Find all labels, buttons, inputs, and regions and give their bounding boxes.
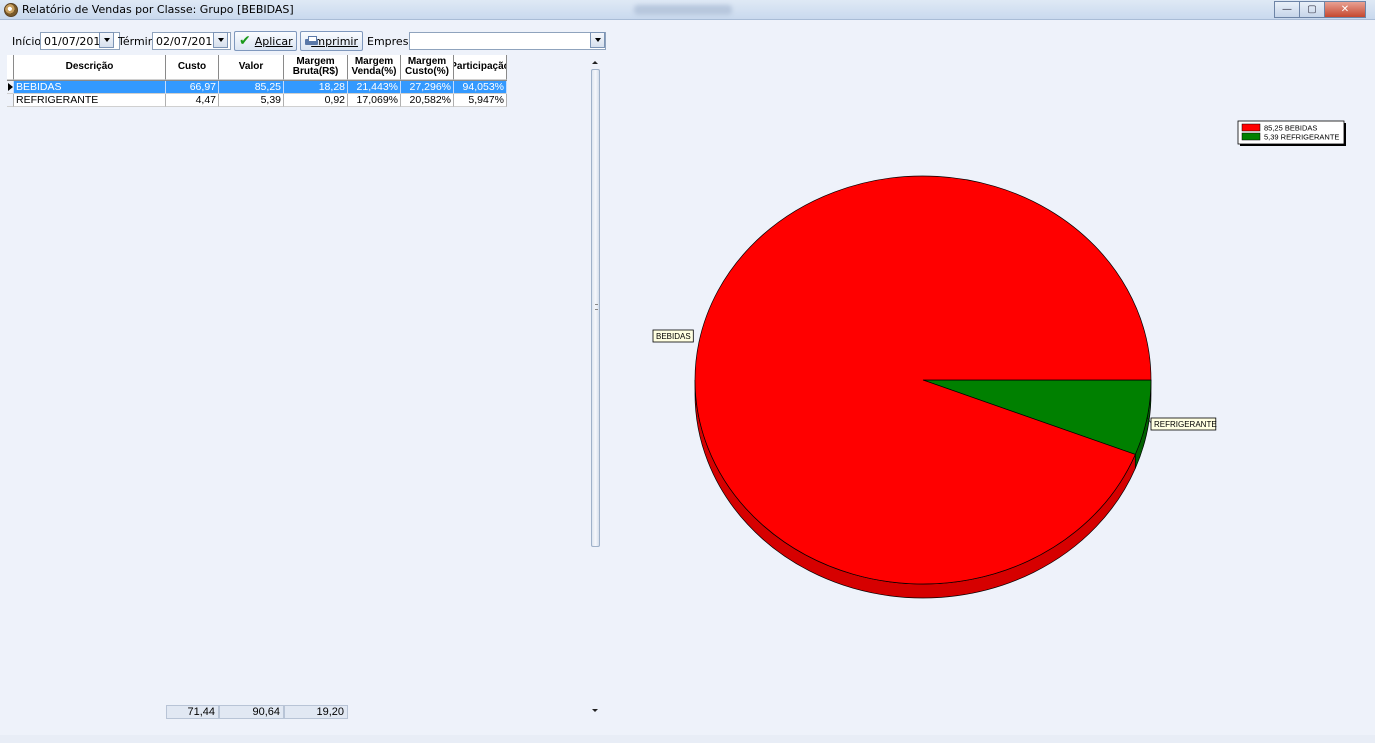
column-header-valor[interactable]: Valor <box>219 55 284 80</box>
cell-valor[interactable]: 5,39 <box>219 94 284 107</box>
aplicar-button[interactable]: ✔ Aplicar <box>234 31 297 51</box>
pie-slice-bebidas[interactable] <box>694 175 1152 585</box>
table-row[interactable]: REFRIGERANTE 4,47 5,39 0,92 17,069% 20,5… <box>7 94 507 107</box>
empresa-select[interactable] <box>409 32 606 50</box>
row-indicator <box>7 94 14 107</box>
column-header-participacao[interactable]: Participação <box>454 55 507 80</box>
slice-label-refrigerante: REFRIGERANTE <box>1150 417 1217 431</box>
pie-slices <box>694 175 1152 585</box>
cell-custo[interactable]: 66,97 <box>166 81 219 94</box>
window-title: Relatório de Vendas por Classe: Grupo [B… <box>22 3 294 16</box>
table-row[interactable]: BEBIDAS 66,97 85,25 18,28 21,443% 27,296… <box>7 81 507 94</box>
inicio-date-dropdown-button[interactable] <box>99 32 114 48</box>
cell-custo[interactable]: 4,47 <box>166 94 219 107</box>
chevron-down-icon <box>217 38 224 42</box>
grid-totals: 71,44 90,64 19,20 <box>166 705 348 719</box>
scroll-down-icon[interactable] <box>592 709 598 712</box>
termino-date-value: 02/07/2016 <box>156 35 220 48</box>
row-pointer-icon <box>8 83 13 91</box>
status-strip <box>0 735 1375 743</box>
svg-text:REFRIGERANTE: REFRIGERANTE <box>1154 420 1217 429</box>
scrollbar-thumb[interactable] <box>591 69 600 547</box>
title-bar: Relatório de Vendas por Classe: Grupo [B… <box>0 0 1375 20</box>
column-header-margem-venda[interactable]: Margem Venda(%) <box>348 55 401 80</box>
slice-label-bebidas: BEBIDAS <box>652 329 694 343</box>
column-header-custo[interactable]: Custo <box>166 55 219 80</box>
sales-grid: Descrição Custo Valor Margem Bruta(R$) M… <box>7 55 507 107</box>
total-valor: 90,64 <box>219 705 284 719</box>
vertical-scrollbar[interactable] <box>589 55 602 718</box>
legend-entry: 5,39 REFRIGERANTE <box>1264 133 1339 142</box>
column-header-descricao[interactable]: Descrição <box>14 55 166 80</box>
close-button[interactable]: ✕ <box>1324 1 1366 18</box>
pie-chart: BEBIDAS REFRIGERANTE 85,25 BEBIDAS5,39 RE… <box>652 120 1346 599</box>
cell-margem-bruta[interactable]: 0,92 <box>284 94 348 107</box>
imprimir-button[interactable]: Imprimir <box>300 31 363 51</box>
cell-participacao[interactable]: 5,947% <box>454 94 507 107</box>
cell-participacao[interactable]: 94,053% <box>454 81 507 94</box>
legend-swatch <box>1241 123 1261 132</box>
maximize-button[interactable]: ▢ <box>1299 1 1324 18</box>
chevron-down-icon <box>594 38 601 42</box>
cell-margem-venda[interactable]: 17,069% <box>348 94 401 107</box>
cell-descricao[interactable]: BEBIDAS <box>14 81 166 94</box>
svg-text:BEBIDAS: BEBIDAS <box>656 332 691 341</box>
total-margem-bruta: 19,20 <box>284 705 348 719</box>
window-controls: — ▢ ✕ <box>1274 1 1366 19</box>
column-header-margem-custo[interactable]: Margem Custo(%) <box>401 55 454 80</box>
empresa-dropdown-button[interactable] <box>590 32 605 48</box>
cell-margem-bruta[interactable]: 18,28 <box>284 81 348 94</box>
cell-margem-custo[interactable]: 27,296% <box>401 81 454 94</box>
check-icon: ✔ <box>239 33 251 49</box>
row-indicator <box>7 81 14 94</box>
aplicar-label: Aplicar <box>254 34 293 48</box>
grip-icon <box>595 304 598 310</box>
grid-header: Descrição Custo Valor Margem Bruta(R$) M… <box>7 55 507 81</box>
app-icon <box>4 3 18 17</box>
termino-date-dropdown-button[interactable] <box>213 32 228 48</box>
filter-toolbar: Início 01/07/2016 Término 02/07/2016 ✔ A… <box>0 31 620 51</box>
imprimir-label: Imprimir <box>311 34 358 48</box>
cell-valor[interactable]: 85,25 <box>219 81 284 94</box>
cell-margem-custo[interactable]: 20,582% <box>401 94 454 107</box>
total-custo: 71,44 <box>166 705 219 719</box>
header-indicator <box>7 55 14 80</box>
legend-swatch <box>1241 132 1261 141</box>
printer-icon <box>305 36 321 46</box>
empresa-label: Empresa <box>367 35 416 48</box>
chart-legend: 85,25 BEBIDAS5,39 REFRIGERANTE <box>1237 120 1346 146</box>
inicio-label: Início <box>12 35 42 48</box>
legend-entry: 85,25 BEBIDAS <box>1264 124 1317 133</box>
scroll-up-icon[interactable] <box>592 61 598 64</box>
inicio-date-value: 01/07/2016 <box>44 35 108 48</box>
blurred-title-area <box>634 5 732 15</box>
cell-margem-venda[interactable]: 21,443% <box>348 81 401 94</box>
chevron-down-icon <box>103 38 110 42</box>
minimize-button[interactable]: — <box>1274 1 1299 18</box>
cell-descricao[interactable]: REFRIGERANTE <box>14 94 166 107</box>
column-header-margem-bruta[interactable]: Margem Bruta(R$) <box>284 55 348 80</box>
